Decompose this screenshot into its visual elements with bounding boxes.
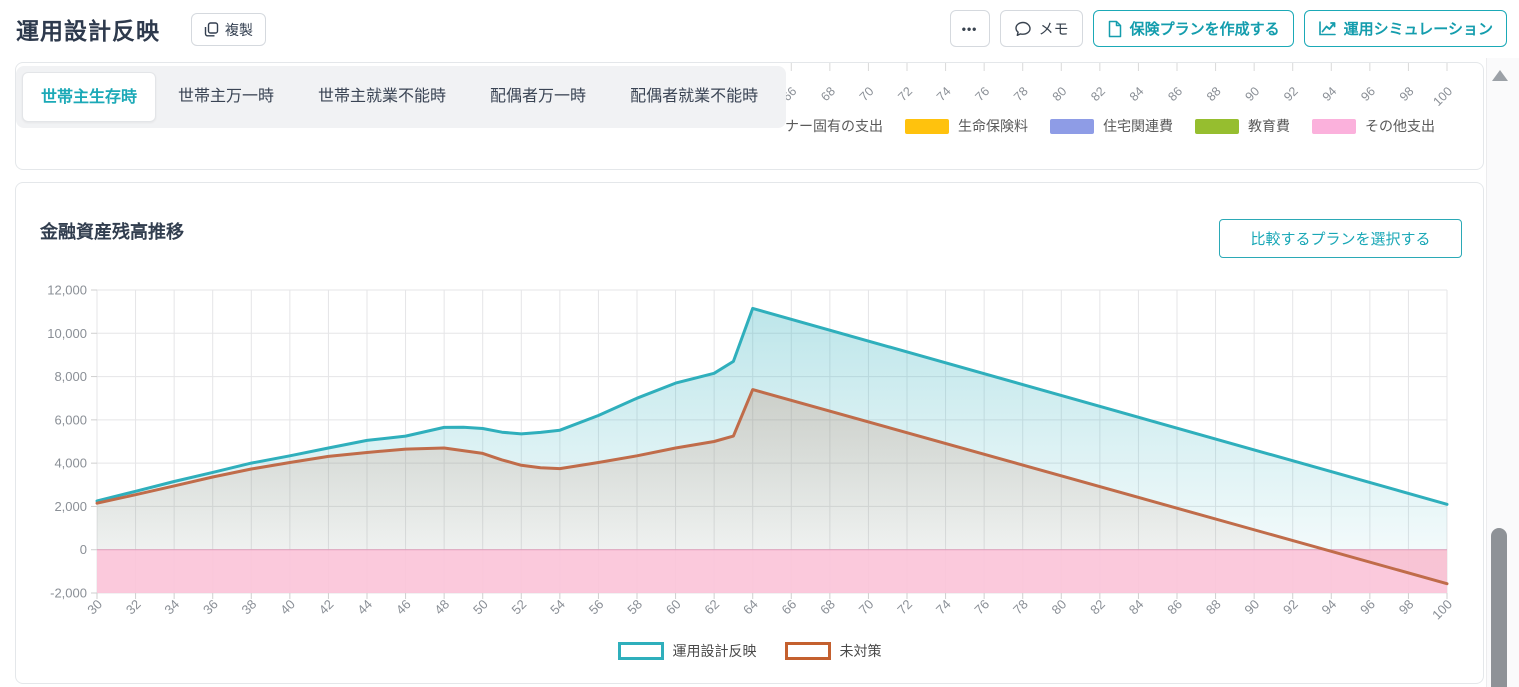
legend-label: 運用設計反映 [673,641,757,661]
balance-legend-item: 運用設計反映 [618,641,757,661]
cashflow-legend: ナー固有の支出 生命保険料 住宅関連費 教育費 その他支出 [785,116,1448,136]
cashflow-legend-item: その他支出 [1312,116,1435,136]
document-icon [1107,20,1123,38]
legend-swatch [1195,119,1239,134]
speech-bubble-icon [1014,20,1032,38]
scroll-up-arrow-icon[interactable] [1492,70,1508,81]
simulation-button-label: 運用シミュレーション [1344,18,1493,39]
scenario-tabs: 世帯主生存時世帯主万一時世帯主就業不能時配偶者万一時配偶者就業不能時 [16,66,786,128]
copy-button[interactable]: 複製 [191,13,266,46]
more-options-icon: ••• [962,22,978,36]
create-insurance-plan-label: 保険プランを作成する [1130,18,1280,39]
tab-scenario-3[interactable]: 配偶者万一時 [468,72,608,122]
more-options-button[interactable]: ••• [950,10,990,47]
tab-scenario-1[interactable]: 世帯主万一時 [156,72,296,122]
legend-label: 住宅関連費 [1103,116,1173,136]
cashflow-legend-item: 教育費 [1195,116,1290,136]
legend-label: ナー固有の支出 [785,116,883,136]
compare-plan-button[interactable]: 比較するプランを選択する [1219,219,1462,258]
page-root: 運用設計反映 複製 ••• メモ 保険プランを作成する [0,0,1519,687]
header-actions: ••• メモ 保険プランを作成する 運用シミュレーション [950,10,1507,47]
legend-swatch [905,119,949,134]
copy-button-label: 複製 [225,20,253,40]
memo-button-label: メモ [1039,18,1069,39]
cashflow-legend-item: 生命保険料 [905,116,1028,136]
page-title: 運用設計反映 [16,12,160,46]
create-insurance-plan-button[interactable]: 保険プランを作成する [1093,10,1294,47]
cashflow-legend-item: 住宅関連費 [1050,116,1173,136]
scrollbar-thumb[interactable] [1491,528,1507,687]
copy-icon [204,22,219,37]
memo-button[interactable]: メモ [1000,10,1083,47]
tab-scenario-4[interactable]: 配偶者就業不能時 [608,72,780,122]
legend-swatch [1050,119,1094,134]
scrollbar-track[interactable] [1486,58,1519,687]
line-chart-icon [1318,20,1337,37]
balance-legend-item: 未対策 [785,641,882,661]
simulation-button[interactable]: 運用シミュレーション [1304,10,1507,47]
legend-label: その他支出 [1365,116,1435,136]
tab-scenario-0[interactable]: 世帯主生存時 [22,72,156,122]
cashflow-legend-item: ナー固有の支出 [785,116,883,136]
legend-label: 生命保険料 [958,116,1028,136]
legend-label: 教育費 [1248,116,1290,136]
legend-swatch [785,642,831,660]
legend-swatch [1312,119,1356,134]
balance-chart-title: 金融資産残高推移 [40,218,184,244]
legend-label: 未対策 [840,641,882,661]
tab-scenario-2[interactable]: 世帯主就業不能時 [296,72,468,122]
legend-swatch [618,642,664,660]
balance-chart-legend: 運用設計反映 未対策 [15,641,1484,661]
